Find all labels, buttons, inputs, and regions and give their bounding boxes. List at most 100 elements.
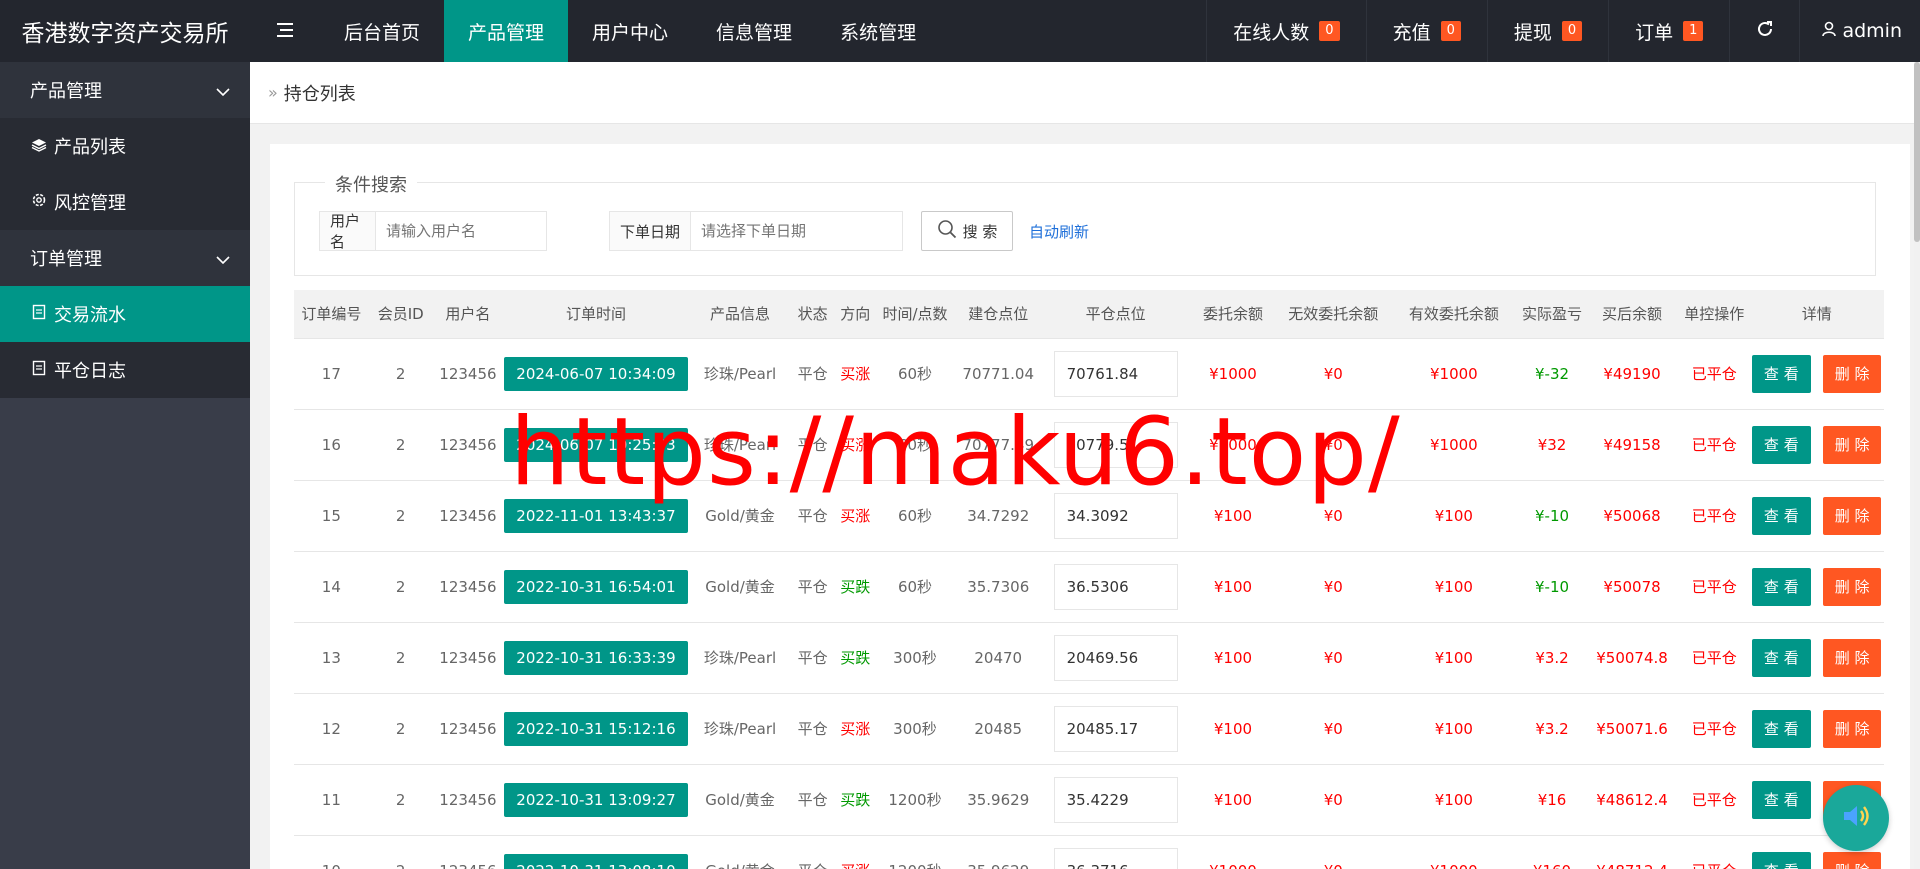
table-row: 14 2 123456 2022-10-31 16:54:01 Gold/黄金 平仓 买跌 6…: [294, 551, 1884, 622]
top-nav-info[interactable]: 信息管理: [692, 0, 816, 62]
detail-actions-cell: 查 看删 除: [1749, 693, 1884, 764]
column-header: 用户名: [432, 290, 504, 339]
top-nav-products[interactable]: 产品管理: [444, 0, 569, 62]
product-cell: Gold/黄金: [705, 578, 775, 596]
period-cell: 60秒: [897, 365, 933, 383]
column-header: 实际盈亏: [1518, 290, 1586, 339]
delete-button[interactable]: 删 除: [1822, 567, 1882, 606]
top-nav-home[interactable]: 后台首页: [320, 0, 444, 62]
username-cell: 123456: [439, 364, 497, 383]
floating-assistant-button[interactable]: [1823, 785, 1889, 851]
delete-button[interactable]: 删 除: [1822, 851, 1882, 869]
search-button-label: 搜 索: [962, 222, 998, 241]
close-price-input[interactable]: [1053, 776, 1178, 823]
entrust-balance-cell: ¥100: [1213, 719, 1253, 738]
delete-button[interactable]: 删 除: [1822, 354, 1882, 393]
invalid-balance-cell: ¥0: [1323, 506, 1343, 525]
member-id-cell: 2: [395, 506, 406, 525]
sidebar-item-product-list[interactable]: 产品列表: [0, 118, 250, 174]
view-button[interactable]: 查 看: [1751, 354, 1811, 393]
auto-refresh-link[interactable]: 自动刷新: [1029, 211, 1089, 251]
after-balance-cell: ¥48612.4: [1596, 790, 1668, 809]
after-balance-cell: ¥50078: [1603, 577, 1661, 596]
order-id-cell: 11: [321, 790, 341, 809]
table-row: 13 2 123456 2022-10-31 16:33:39 珍珠/Pearl 平仓 买跌…: [294, 622, 1884, 693]
app-logo-title: 香港数字资产交易所: [21, 21, 229, 47]
status-cell: 平仓: [797, 578, 828, 596]
close-price-input[interactable]: [1053, 421, 1178, 468]
column-header: 方向: [833, 290, 877, 339]
close-price-input[interactable]: [1053, 492, 1178, 539]
breadcrumb: » 持仓列表: [250, 62, 1920, 124]
open-price-cell: 20470: [974, 648, 1023, 667]
entrust-balance-cell: ¥100: [1213, 648, 1253, 667]
top-nav-users[interactable]: 用户中心: [568, 0, 692, 62]
open-price-cell: 70771.04: [962, 364, 1034, 383]
user-menu[interactable]: admin: [1799, 0, 1920, 62]
sidebar-group-orders[interactable]: 订单管理: [0, 230, 250, 286]
close-price-input[interactable]: [1053, 634, 1178, 681]
close-price-input[interactable]: [1053, 847, 1178, 869]
status-cell: 平仓: [797, 436, 828, 454]
period-cell: 300秒: [893, 649, 937, 667]
stat-withdraw[interactable]: 提现 0: [1486, 0, 1608, 62]
close-price-input[interactable]: [1053, 705, 1178, 752]
entrust-balance-cell: ¥100: [1213, 506, 1253, 525]
layers-icon: [30, 137, 48, 156]
member-id-cell: 2: [395, 648, 406, 667]
stat-online[interactable]: 在线人数 0: [1206, 0, 1365, 62]
column-header: 有效委托余额: [1388, 290, 1519, 339]
scrollbar-thumb[interactable]: [1914, 62, 1920, 242]
order-id-cell: 14: [321, 577, 341, 596]
order-id-cell: 10: [294, 835, 369, 869]
top-header: 香港数字资产交易所 后台首页 产品管理 用户中心 信息管理 系统管理 在线人数 …: [0, 0, 1920, 62]
order-time-badge: 2022-10-31 16:54:01: [504, 569, 688, 604]
delete-button[interactable]: 删 除: [1822, 709, 1882, 748]
sidebar-item-transactions[interactable]: 交易流水: [0, 286, 250, 342]
view-button[interactable]: 查 看: [1751, 780, 1811, 819]
valid-balance-cell: ¥100: [1434, 719, 1473, 738]
status-cell: 平仓: [797, 365, 828, 383]
sidebar-item-close-log[interactable]: 平仓日志: [0, 342, 250, 398]
after-balance-cell: ¥48712.4: [1585, 835, 1679, 869]
delete-button[interactable]: 删 除: [1822, 425, 1882, 464]
close-price-input[interactable]: [1053, 563, 1178, 610]
top-nav-system[interactable]: 系统管理: [816, 0, 940, 62]
status-cell: 平仓: [797, 507, 828, 525]
username-input[interactable]: [376, 212, 546, 250]
pnl-cell: ¥32: [1537, 435, 1567, 454]
order-id-cell: 16: [321, 435, 341, 454]
order-time-cell: 2024-06-07 10:25:33: [503, 409, 689, 480]
column-header: 建仓点位: [953, 290, 1044, 339]
menu-toggle-button[interactable]: [250, 0, 320, 62]
chevron-up-icon: [216, 80, 230, 101]
date-input[interactable]: [691, 212, 902, 250]
close-price-cell: [1043, 622, 1188, 693]
sidebar-group-products[interactable]: 产品管理: [0, 62, 250, 118]
column-header: 平仓点位: [1043, 290, 1189, 339]
view-button[interactable]: 查 看: [1751, 425, 1811, 464]
view-button[interactable]: 查 看: [1751, 638, 1811, 677]
sidebar-item-risk-control[interactable]: 风控管理: [0, 174, 250, 230]
stat-recharge[interactable]: 充值 0: [1365, 0, 1487, 62]
gear-icon: [30, 192, 48, 212]
view-button[interactable]: 查 看: [1751, 496, 1811, 535]
stat-orders[interactable]: 订单 1: [1608, 0, 1729, 62]
search-button[interactable]: 搜 索: [921, 211, 1013, 251]
pnl-cell: ¥3.2: [1535, 648, 1569, 667]
search-icon: [937, 219, 957, 243]
view-button[interactable]: 查 看: [1751, 567, 1811, 606]
page-scrollbar[interactable]: [1914, 62, 1920, 869]
table-row: 12 2 123456 2022-10-31 15:12:16 珍珠/Pearl 平仓 买涨…: [294, 693, 1884, 764]
username-cell: 123456: [433, 835, 503, 869]
stat-recharge-label: 充值: [1392, 21, 1431, 44]
view-button[interactable]: 查 看: [1751, 851, 1811, 869]
delete-button[interactable]: 删 除: [1822, 496, 1882, 535]
close-price-input[interactable]: [1053, 350, 1178, 397]
refresh-button[interactable]: [1729, 0, 1799, 62]
direction-cell: 买跌: [840, 578, 871, 596]
delete-button[interactable]: 删 除: [1822, 638, 1882, 677]
view-button[interactable]: 查 看: [1751, 709, 1811, 748]
after-balance-cell: ¥49158: [1603, 435, 1661, 454]
entrust-balance-cell: ¥1000: [1188, 835, 1278, 869]
